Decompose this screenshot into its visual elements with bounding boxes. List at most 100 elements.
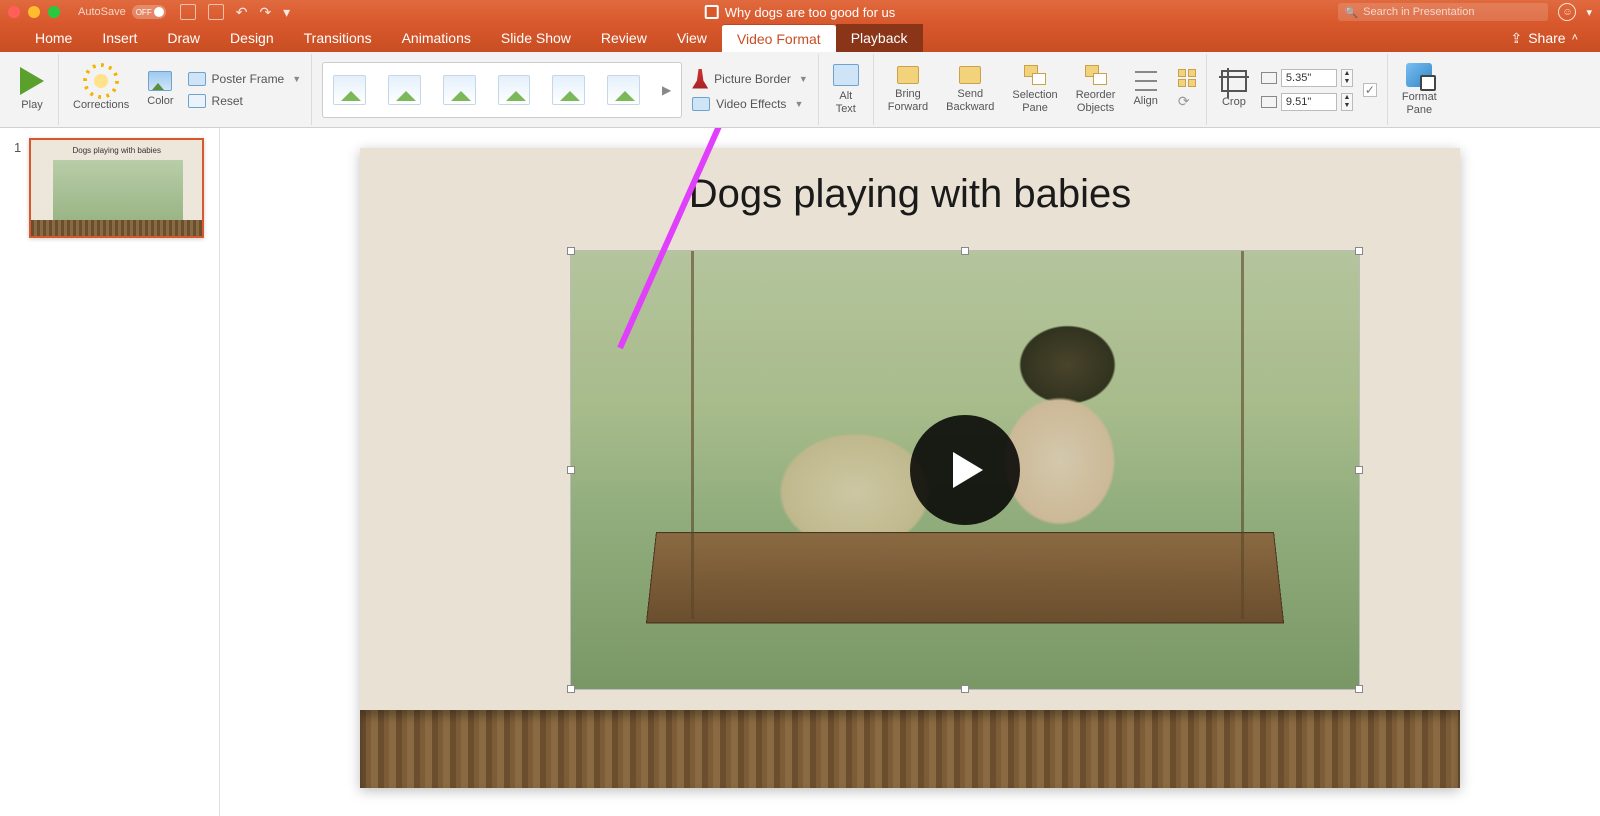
corrections-icon <box>87 67 115 95</box>
undo-icon[interactable]: ↶ <box>236 4 248 21</box>
bring-forward-button[interactable]: Bring Forward <box>884 64 932 114</box>
zoom-window-icon[interactable] <box>48 6 60 18</box>
group-icon[interactable] <box>1178 69 1196 87</box>
style-thumb-icon[interactable] <box>443 75 476 105</box>
qat-overflow-icon[interactable]: ▾ <box>283 4 290 21</box>
selection-pane-icon <box>1024 65 1046 85</box>
tab-insert[interactable]: Insert <box>87 24 152 52</box>
color-button[interactable]: Color <box>143 69 177 109</box>
video-play-icon[interactable] <box>910 415 1020 525</box>
poster-frame-button[interactable]: Poster Frame▼ <box>188 72 302 86</box>
tab-design[interactable]: Design <box>215 24 289 52</box>
workspace: 1 Dogs playing with babies Dogs playing … <box>0 128 1600 816</box>
alt-text-button[interactable]: Alt Text <box>829 62 863 116</box>
corrections-button[interactable]: Corrections <box>69 65 133 113</box>
feedback-icon[interactable]: ☺ <box>1558 3 1576 21</box>
resize-handle[interactable] <box>567 247 575 255</box>
color-icon <box>148 71 172 91</box>
autosave-toggle[interactable]: AutoSave OFF <box>78 5 166 19</box>
search-input[interactable]: 🔍 Search in Presentation <box>1338 3 1548 21</box>
poster-frame-icon <box>188 72 206 86</box>
reset-button[interactable]: Reset <box>188 94 302 108</box>
tab-playback[interactable]: Playback <box>836 24 923 52</box>
style-thumb-icon[interactable] <box>607 75 640 105</box>
width-field[interactable]: 9.51" ▲▼ <box>1261 93 1353 111</box>
effects-icon <box>692 97 710 111</box>
rotate-icon[interactable]: ⟳ <box>1178 93 1196 110</box>
redo-icon[interactable]: ↷ <box>259 4 271 21</box>
slide-canvas-area[interactable]: Dogs playing with babies <box>220 128 1600 816</box>
send-backward-button[interactable]: Send Backward <box>942 64 998 114</box>
search-icon: 🔍 <box>1344 6 1358 19</box>
autosave-label: AutoSave <box>78 6 126 18</box>
tab-animations[interactable]: Animations <box>387 24 486 52</box>
picture-border-button[interactable]: Picture Border▼ <box>692 69 808 89</box>
height-field[interactable]: 5.35" ▲▼ <box>1261 69 1353 87</box>
brush-icon <box>692 69 708 89</box>
style-thumb-icon[interactable] <box>333 75 366 105</box>
resize-handle[interactable] <box>961 685 969 693</box>
crop-button[interactable]: Crop <box>1217 68 1251 110</box>
crop-icon <box>1221 70 1247 92</box>
resize-handle[interactable] <box>1355 685 1363 693</box>
slide[interactable]: Dogs playing with babies <box>360 148 1460 788</box>
play-button[interactable]: Play <box>16 65 48 113</box>
height-icon <box>1261 72 1277 84</box>
share-button[interactable]: ⇪ Share ˄ <box>1498 24 1590 52</box>
resize-handle[interactable] <box>1355 247 1363 255</box>
tab-video-format[interactable]: Video Format <box>722 24 836 52</box>
tab-review[interactable]: Review <box>586 24 662 52</box>
video-thumbnail <box>571 251 1359 689</box>
quick-access-toolbar: ↶ ↷ ▾ <box>180 4 291 21</box>
resize-handle[interactable] <box>567 685 575 693</box>
tab-slide-show[interactable]: Slide Show <box>486 24 586 52</box>
reorder-icon <box>1085 65 1107 85</box>
reset-icon <box>188 94 206 108</box>
style-thumb-icon[interactable] <box>498 75 531 105</box>
video-placeholder[interactable] <box>570 250 1360 690</box>
reorder-objects-button[interactable]: Reorder Objects <box>1072 63 1120 115</box>
tab-view[interactable]: View <box>662 24 722 52</box>
slide-thumbnail-preview[interactable]: Dogs playing with babies <box>29 138 204 238</box>
slide-title[interactable]: Dogs playing with babies <box>360 172 1460 217</box>
gallery-next-icon[interactable]: ▶ <box>662 83 671 97</box>
tab-transitions[interactable]: Transitions <box>289 24 387 52</box>
save-icon[interactable] <box>208 4 224 20</box>
height-stepper[interactable]: ▲▼ <box>1341 69 1353 87</box>
presentation-file-icon <box>705 5 719 19</box>
titlebar: AutoSave OFF ↶ ↷ ▾ Why dogs are too good… <box>0 0 1600 24</box>
home-icon[interactable] <box>180 4 196 20</box>
video-styles-gallery[interactable]: ▶ <box>322 62 682 118</box>
width-icon <box>1261 96 1277 108</box>
align-button[interactable]: Align <box>1129 69 1161 109</box>
minimize-window-icon[interactable] <box>28 6 40 18</box>
selection-pane-button[interactable]: Selection Pane <box>1008 63 1061 115</box>
bring-forward-icon <box>897 66 919 84</box>
account-menu-icon[interactable]: ▾ <box>1586 6 1592 19</box>
video-effects-button[interactable]: Video Effects▼ <box>692 97 808 111</box>
align-icon <box>1135 71 1157 91</box>
ribbon: Play Corrections Color Poster Frame▼ Res… <box>0 52 1600 128</box>
format-pane-button[interactable]: Format Pane <box>1398 61 1441 117</box>
play-icon <box>20 67 44 95</box>
width-stepper[interactable]: ▲▼ <box>1341 93 1353 111</box>
window-controls <box>8 6 60 18</box>
ribbon-tabs: Home Insert Draw Design Transitions Anim… <box>0 24 1600 52</box>
style-thumb-icon[interactable] <box>552 75 585 105</box>
document-title: Why dogs are too good for us <box>705 5 896 20</box>
ribbon-collapse-icon[interactable]: ˄ <box>1572 32 1578 44</box>
format-pane-icon <box>1406 63 1432 87</box>
send-backward-icon <box>959 66 981 84</box>
resize-handle[interactable] <box>961 247 969 255</box>
tab-draw[interactable]: Draw <box>152 24 215 52</box>
tab-home[interactable]: Home <box>20 24 87 52</box>
lock-aspect-icon[interactable]: ✓ <box>1363 83 1377 97</box>
slide-thumbnail[interactable]: 1 Dogs playing with babies <box>14 138 205 238</box>
slide-thumbnail-pane[interactable]: 1 Dogs playing with babies <box>0 128 220 816</box>
resize-handle[interactable] <box>567 466 575 474</box>
alt-text-icon <box>833 64 859 86</box>
slide-floor-decor <box>360 710 1460 788</box>
style-thumb-icon[interactable] <box>388 75 421 105</box>
close-window-icon[interactable] <box>8 6 20 18</box>
resize-handle[interactable] <box>1355 466 1363 474</box>
